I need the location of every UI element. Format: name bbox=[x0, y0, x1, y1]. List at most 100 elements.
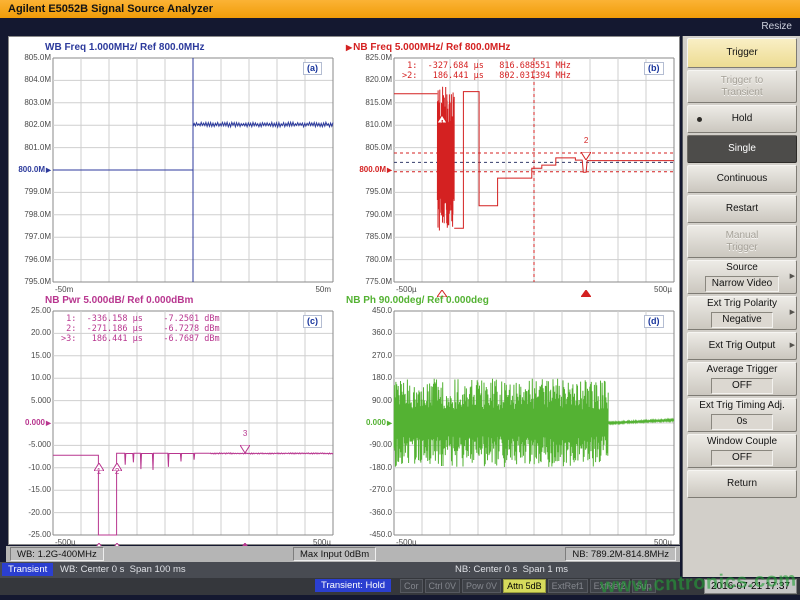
y-tick-label: -20.00 bbox=[7, 508, 51, 518]
y-tick-label: 796.0M bbox=[7, 255, 51, 265]
trace-marker-icon bbox=[437, 110, 447, 118]
softkey-label: Trigger bbox=[726, 47, 757, 59]
y-tick-label: 25.00 bbox=[7, 306, 51, 316]
trace-marker-number: 3 bbox=[239, 430, 251, 438]
softkey-average-trigger[interactable]: Average Trigger OFF bbox=[687, 362, 797, 396]
softkey-label: Restart bbox=[726, 203, 758, 215]
marker-position-outline-icon bbox=[437, 284, 447, 291]
y-tick-label: 800.0M▶ bbox=[348, 165, 392, 176]
y-tick-label: 802.0M bbox=[7, 120, 51, 130]
measurement-status-bar: WB: 1.2G-400MHz Max Input 0dBm NB: 789.2… bbox=[6, 546, 680, 562]
y-tick-label: 20.00 bbox=[7, 328, 51, 338]
softkey-label: Continuous bbox=[717, 173, 768, 185]
panel-letter-badge: (a) bbox=[303, 62, 322, 75]
softkey-label: Return bbox=[727, 478, 757, 490]
window-titlebar: Agilent E5052B Signal Source Analyzer bbox=[0, 0, 800, 18]
window-title: Agilent E5052B Signal Source Analyzer bbox=[8, 3, 213, 15]
datetime-display: 2016-07-21 17:37 bbox=[704, 579, 797, 594]
y-tick-label: 798.0M bbox=[7, 210, 51, 220]
trace-marker-number: 1 bbox=[93, 468, 105, 476]
softkey-window-couple[interactable]: Window CoupleOFF bbox=[687, 434, 797, 468]
reference-level-icon: ▶ bbox=[46, 420, 51, 427]
y-tick-label: 805.0M bbox=[7, 53, 51, 63]
x-axis-end-label: 500µ bbox=[632, 285, 672, 294]
y-tick-label: 803.0M bbox=[7, 98, 51, 108]
status-flags: CorCtrl 0VPow 0VAttn 5dBExtRef1ExtRef2Su… bbox=[400, 579, 656, 593]
y-tick-label: 795.0M bbox=[7, 277, 51, 287]
panel-title-b: ▶NB Freq 5.000MHz/ Ref 800.0MHz bbox=[346, 42, 510, 53]
softkey-return[interactable]: Return bbox=[687, 470, 797, 498]
trace-marker-number: 1 bbox=[436, 120, 448, 128]
trace-marker-icon bbox=[240, 440, 250, 448]
wb-range-readout: WB: 1.2G-400MHz bbox=[10, 547, 104, 561]
chart-canvas-c bbox=[53, 311, 333, 535]
panel-title-a: WB Freq 1.000MHz/ Ref 800.0MHz bbox=[45, 42, 205, 53]
y-tick-label: 0.000▶ bbox=[348, 418, 392, 429]
softkey-single[interactable]: Single bbox=[687, 135, 797, 163]
y-tick-label: -270.0 bbox=[348, 485, 392, 495]
softkey-label: Source bbox=[726, 262, 758, 274]
y-tick-label: 810.0M bbox=[348, 120, 392, 130]
y-tick-label: -10.00 bbox=[7, 463, 51, 473]
softkey-trigger-to: Trigger toTransient bbox=[687, 70, 797, 103]
x-axis-start-label: -50m bbox=[55, 285, 73, 294]
y-tick-label: 797.0M bbox=[7, 232, 51, 242]
softkey-label: Single bbox=[728, 143, 756, 155]
softkey-value: Narrow Video bbox=[705, 276, 779, 292]
panel-letter-badge: (c) bbox=[303, 315, 322, 328]
chart-canvas-b bbox=[394, 58, 674, 282]
y-tick-label: 785.0M bbox=[348, 232, 392, 242]
softkey-label: Transient bbox=[721, 87, 762, 99]
y-tick-label: 795.0M bbox=[348, 187, 392, 197]
y-tick-label: 815.0M bbox=[348, 98, 392, 108]
status-flag-attn-5db: Attn 5dB bbox=[503, 579, 546, 593]
softkey-label: Ext Trig Output bbox=[709, 340, 776, 352]
marker-position-icon bbox=[581, 284, 591, 291]
softkey-ext-trig-polarity[interactable]: Ext Trig PolarityNegative▶ bbox=[687, 296, 797, 330]
plot-area: WB Freq 1.000MHz/ Ref 800.0MHz805.0M 804.… bbox=[8, 36, 680, 545]
marker-position-outline-icon bbox=[94, 537, 104, 544]
softkey-label: Ext Trig Polarity bbox=[707, 298, 777, 310]
nb-sweep-readout: NB: Center 0 s Span 1 ms bbox=[455, 564, 568, 575]
y-tick-label: 804.0M bbox=[7, 75, 51, 85]
marker-position-icon bbox=[240, 537, 250, 544]
softkey-continuous[interactable]: Continuous bbox=[687, 165, 797, 193]
y-tick-label: 450.0 bbox=[348, 306, 392, 316]
instrument-status-bar: Transient: Hold CorCtrl 0VPow 0VAttn 5dB… bbox=[0, 578, 800, 595]
softkey-label: Average Trigger bbox=[707, 364, 778, 376]
chevron-right-icon: ▶ bbox=[790, 271, 795, 283]
y-tick-label: 10.00 bbox=[7, 373, 51, 383]
y-tick-label: 775.0M bbox=[348, 277, 392, 287]
panel-letter-badge: (d) bbox=[644, 315, 664, 328]
softkey-restart[interactable]: Restart bbox=[687, 195, 797, 223]
panel-title-c: NB Pwr 5.000dB/ Ref 0.000dBm bbox=[45, 295, 193, 306]
y-tick-label: 360.0 bbox=[348, 328, 392, 338]
wb-sweep-readout: WB: Center 0 s Span 100 ms bbox=[60, 564, 186, 575]
marker-position-outline-icon bbox=[112, 537, 122, 544]
softkey-trigger[interactable]: Trigger bbox=[687, 38, 797, 68]
active-trace-icon: ▶ bbox=[346, 43, 352, 52]
resize-control[interactable]: Resize bbox=[761, 21, 792, 32]
y-tick-label: 0.000▶ bbox=[7, 418, 51, 429]
softkey-value: OFF bbox=[711, 378, 774, 394]
y-tick-label: 790.0M bbox=[348, 210, 392, 220]
status-flag-cor: Cor bbox=[400, 579, 423, 593]
softkey-label: Hold bbox=[732, 113, 753, 125]
status-flag-extref1: ExtRef1 bbox=[548, 579, 588, 593]
softkey-hold[interactable]: Hold bbox=[687, 105, 797, 133]
status-flag-sup: Sup bbox=[632, 579, 656, 593]
softkey-ext-trig-output[interactable]: Ext Trig Output▶ bbox=[687, 332, 797, 360]
marker-readout: 1: -327.684 µs 816.688551 MHz >2: 186.44… bbox=[402, 61, 571, 81]
softkey-ext-trig-timing-adj-[interactable]: Ext Trig Timing Adj.0s bbox=[687, 398, 797, 432]
softkey-label: Manual bbox=[726, 230, 759, 242]
softkey-source[interactable]: Source Narrow Video ▶ bbox=[687, 260, 797, 294]
softkey-label: Ext Trig Timing Adj. bbox=[699, 400, 785, 412]
trace-marker-icon bbox=[112, 458, 122, 466]
chart-canvas-d bbox=[394, 311, 674, 535]
marker-readout: 1: -336.158 µs -7.2501 dBm 2: -271.186 µ… bbox=[61, 314, 220, 344]
softkey-menu: Trigger Trigger toTransient Hold Single Cont… bbox=[682, 36, 800, 577]
softkey-label: Trigger bbox=[726, 242, 757, 254]
status-flag-ctrl-0v: Ctrl 0V bbox=[425, 579, 461, 593]
trace-marker-number: 2 bbox=[580, 137, 592, 145]
panel-title-d: NB Ph 90.00deg/ Ref 0.000deg bbox=[346, 295, 489, 306]
